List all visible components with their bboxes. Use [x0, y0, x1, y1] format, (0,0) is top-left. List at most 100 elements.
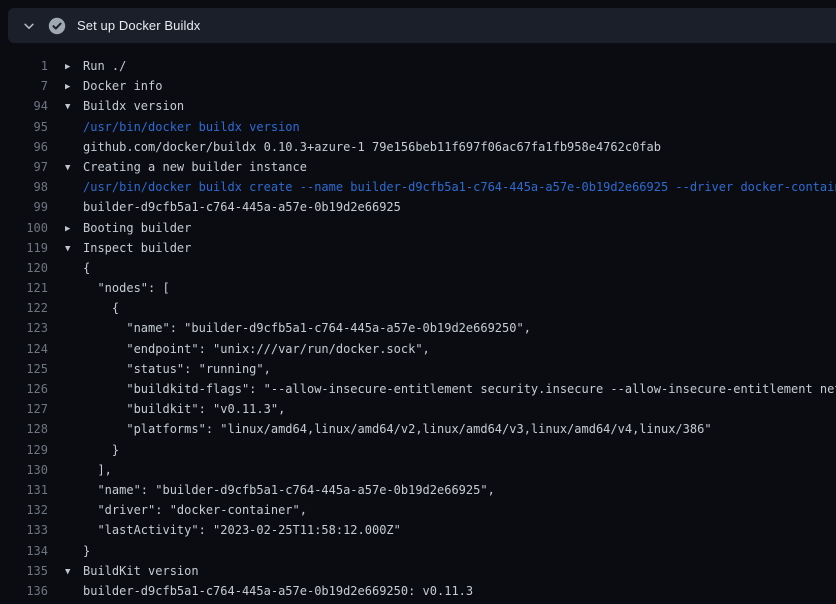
check-circle-icon	[48, 17, 66, 35]
log-text: "status": "running",	[83, 362, 271, 376]
log-group-toggle[interactable]: ▼BuildKit version	[48, 561, 199, 581]
line-number[interactable]: 119	[0, 238, 48, 258]
log-line-row: 132 "driver": "docker-container",	[0, 500, 836, 520]
log-text: BuildKit version	[83, 564, 199, 578]
line-number[interactable]: 100	[0, 218, 48, 238]
log-group-row: 7▶Docker info	[0, 76, 836, 96]
log-text: builder-d9cfb5a1-c764-445a-a57e-0b19d2e6…	[83, 584, 473, 598]
log-line-text: "nodes": [	[48, 278, 170, 298]
log-text: "driver": "docker-container",	[83, 503, 307, 517]
log-group-toggle[interactable]: ▶Booting builder	[48, 218, 191, 238]
line-number[interactable]: 122	[0, 298, 48, 318]
log-line-text: "platforms": "linux/amd64,linux/amd64/v2…	[48, 419, 712, 439]
log-line-text: "buildkit": "v0.11.3",	[48, 399, 285, 419]
log-text: "platforms": "linux/amd64,linux/amd64/v2…	[83, 422, 712, 436]
line-number[interactable]: 7	[0, 76, 48, 96]
line-number[interactable]: 97	[0, 157, 48, 177]
actions-log-viewer: Set up Docker Buildx 1▶Run ./7▶Docker in…	[0, 0, 836, 604]
log-line-text: "buildkitd-flags": "--allow-insecure-ent…	[48, 379, 836, 399]
chevron-down-icon[interactable]	[14, 19, 44, 33]
log-group-toggle[interactable]: ▼Creating a new builder instance	[48, 157, 307, 177]
log-line-row: 123 "name": "builder-d9cfb5a1-c764-445a-…	[0, 318, 836, 338]
line-number[interactable]: 129	[0, 440, 48, 460]
line-number[interactable]: 131	[0, 480, 48, 500]
log-line-text: "name": "builder-d9cfb5a1-c764-445a-a57e…	[48, 318, 531, 338]
log-text: "name": "builder-d9cfb5a1-c764-445a-a57e…	[83, 483, 495, 497]
log-text: {	[83, 261, 90, 275]
log-line-row: 134}	[0, 541, 836, 561]
log-text: Run ./	[83, 59, 126, 73]
line-number[interactable]: 94	[0, 96, 48, 116]
log-line-row: 95/usr/bin/docker buildx version	[0, 117, 836, 137]
log-text: "buildkitd-flags": "--allow-insecure-ent…	[83, 382, 836, 396]
log-group-row: 1▶Run ./	[0, 56, 836, 76]
log-line-text: "endpoint": "unix:///var/run/docker.sock…	[48, 339, 430, 359]
log-output[interactable]: 1▶Run ./7▶Docker info94▼Buildx version95…	[0, 47, 836, 604]
log-line-row: 120 {	[0, 258, 836, 278]
log-line-row: 133 "lastActivity": "2023-02-25T11:58:12…	[0, 520, 836, 540]
triangle-collapsed-icon[interactable]: ▶	[65, 77, 83, 97]
log-line-text: {	[48, 298, 119, 318]
line-number[interactable]: 132	[0, 500, 48, 520]
log-line-row: 98/usr/bin/docker buildx create --name b…	[0, 177, 836, 197]
line-number[interactable]: 128	[0, 419, 48, 439]
log-group-toggle[interactable]: ▼Inspect builder	[48, 238, 191, 258]
log-line-text: github.com/docker/buildx 0.10.3+azure-1 …	[48, 137, 661, 157]
triangle-expanded-icon[interactable]: ▼	[65, 562, 83, 582]
log-line-text: }	[48, 440, 119, 460]
log-text: builder-d9cfb5a1-c764-445a-a57e-0b19d2e6…	[83, 200, 401, 214]
line-number[interactable]: 136	[0, 581, 48, 601]
log-group-toggle[interactable]: ▶Run ./	[48, 56, 126, 76]
log-text: Docker info	[83, 79, 162, 93]
log-line-text: "lastActivity": "2023-02-25T11:58:12.000…	[48, 520, 401, 540]
log-line-row: 121 "nodes": [	[0, 278, 836, 298]
line-number[interactable]: 135	[0, 561, 48, 581]
log-line-row: 130 ],	[0, 460, 836, 480]
line-number[interactable]: 121	[0, 278, 48, 298]
triangle-collapsed-icon[interactable]: ▶	[65, 219, 83, 239]
line-number[interactable]: 1	[0, 56, 48, 76]
log-line-row: 124 "endpoint": "unix:///var/run/docker.…	[0, 339, 836, 359]
line-number[interactable]: 95	[0, 117, 48, 137]
log-line-text: "driver": "docker-container",	[48, 500, 307, 520]
log-text: /usr/bin/docker buildx version	[83, 120, 300, 134]
line-number[interactable]: 124	[0, 339, 48, 359]
triangle-expanded-icon[interactable]: ▼	[65, 97, 83, 117]
log-group-row: 94▼Buildx version	[0, 96, 836, 116]
log-line-row: 96 github.com/docker/buildx 0.10.3+azure-…	[0, 137, 836, 157]
log-line-row: 126 "buildkitd-flags": "--allow-insecure…	[0, 379, 836, 399]
log-text: Inspect builder	[83, 241, 191, 255]
log-group-row: 97▼Creating a new builder instance	[0, 157, 836, 177]
log-group-toggle[interactable]: ▶Docker info	[48, 76, 162, 96]
log-line-row: 129 }	[0, 440, 836, 460]
step-title: Set up Docker Buildx	[77, 18, 200, 33]
line-number[interactable]: 126	[0, 379, 48, 399]
log-text: github.com/docker/buildx 0.10.3+azure-1 …	[83, 140, 661, 154]
line-number[interactable]: 98	[0, 177, 48, 197]
line-number[interactable]: 130	[0, 460, 48, 480]
log-line-text: /usr/bin/docker buildx create --name bui…	[48, 177, 836, 197]
log-line-row: 136 builder-d9cfb5a1-c764-445a-a57e-0b19d…	[0, 581, 836, 601]
log-group-row: 135▼BuildKit version	[0, 561, 836, 581]
log-group-toggle[interactable]: ▼Buildx version	[48, 96, 184, 116]
line-number[interactable]: 127	[0, 399, 48, 419]
log-group-row: 100▶Booting builder	[0, 218, 836, 238]
log-line-row: 128 "platforms": "linux/amd64,linux/amd6…	[0, 419, 836, 439]
log-line-row: 125 "status": "running",	[0, 359, 836, 379]
line-number[interactable]: 120	[0, 258, 48, 278]
log-line-text: ],	[48, 460, 112, 480]
triangle-expanded-icon[interactable]: ▼	[65, 158, 83, 178]
line-number[interactable]: 96	[0, 137, 48, 157]
step-header[interactable]: Set up Docker Buildx	[8, 8, 836, 43]
log-line-text: "name": "builder-d9cfb5a1-c764-445a-a57e…	[48, 480, 495, 500]
line-number[interactable]: 99	[0, 197, 48, 217]
line-number[interactable]: 125	[0, 359, 48, 379]
log-text: "lastActivity": "2023-02-25T11:58:12.000…	[83, 523, 401, 537]
line-number[interactable]: 123	[0, 318, 48, 338]
triangle-collapsed-icon[interactable]: ▶	[65, 57, 83, 77]
line-number[interactable]: 133	[0, 520, 48, 540]
log-text: "endpoint": "unix:///var/run/docker.sock…	[83, 342, 430, 356]
log-text: Buildx version	[83, 99, 184, 113]
triangle-expanded-icon[interactable]: ▼	[65, 239, 83, 259]
line-number[interactable]: 134	[0, 541, 48, 561]
